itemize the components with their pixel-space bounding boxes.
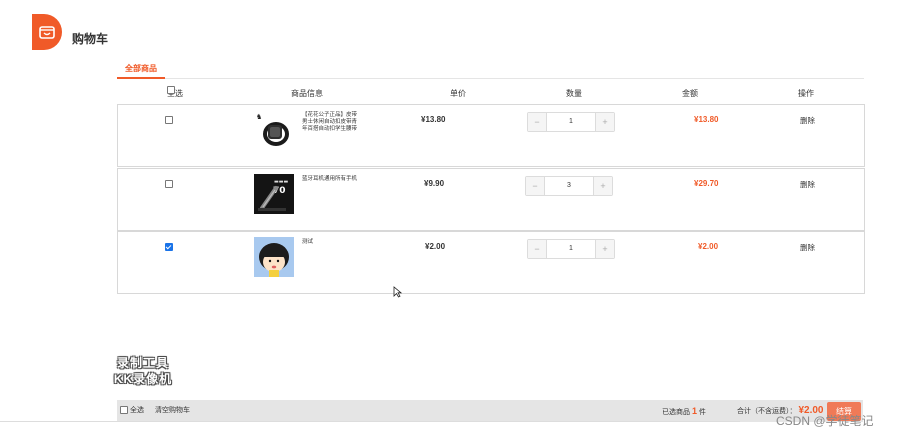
tab-bar: 全部商品 (117, 60, 864, 79)
unit-price: ¥2.00 (425, 242, 446, 251)
unit-price: ¥13.80 (421, 115, 446, 124)
footer-select-all[interactable]: 全选 (120, 400, 144, 422)
column-info: 商品信息 (291, 89, 323, 98)
column-amount: 金额 (682, 89, 698, 98)
selected-suffix: 件 (698, 409, 706, 416)
csdn-watermark: CSDN @学徒笔记 (776, 414, 874, 428)
column-price: 单价 (450, 89, 466, 98)
column-actions: 操作 (798, 89, 814, 98)
delete-button[interactable]: 删除 (800, 242, 815, 253)
page-title: 购物车 (72, 32, 109, 46)
column-quantity: 数量 (566, 89, 582, 98)
product-name[interactable]: 【花花公子正品】皮带男士休闲自动扣皮带青年百搭自动扣学生腰带 (302, 112, 358, 133)
item-subtotal: ¥2.00 (698, 242, 719, 251)
quantity-input[interactable]: 1 (547, 113, 595, 131)
quantity-input[interactable]: 3 (545, 177, 593, 195)
divider (0, 421, 740, 422)
product-image-cartoon (254, 237, 294, 277)
table-row: 测试 ¥2.00 − 1 + ¥2.00 删除 (117, 231, 865, 294)
selected-prefix: 已选商品 (662, 409, 690, 416)
item-subtotal: ¥29.70 (694, 179, 719, 188)
table-row: ▬▬▬ 70 蓝牙耳机通用所有手机 ¥9.90 − 3 + ¥29.70 删除 (117, 168, 865, 231)
unit-price: ¥9.90 (424, 179, 445, 188)
quantity-stepper: − 1 + (527, 112, 615, 132)
quantity-input[interactable]: 1 (547, 240, 595, 258)
cart-logo (32, 14, 62, 50)
table-header: 全选 商品信息 单价 数量 金额 操作 (117, 86, 864, 102)
product-name[interactable]: 测试 (302, 239, 358, 246)
product-name[interactable]: 蓝牙耳机通用所有手机 (302, 176, 358, 183)
quantity-stepper: − 1 + (527, 239, 615, 259)
product-image-earphones: ▬▬▬ 70 (254, 174, 294, 214)
product-image-belt: ♞ (254, 110, 294, 150)
svg-text:▬▬▬: ▬▬▬ (274, 179, 288, 185)
footer-select-all-checkbox[interactable] (120, 406, 128, 415)
select-all-checkbox[interactable] (167, 86, 175, 94)
table-row: ♞ 【花花公子正品】皮带男士休闲自动扣皮带青年百搭自动扣学生腰带 ¥13.80 … (117, 104, 865, 167)
item-checkbox[interactable] (165, 180, 173, 188)
footer-select-all-label: 全选 (129, 407, 144, 414)
item-checkbox[interactable] (165, 116, 173, 124)
cart-footer: 全选 清空购物车 已选商品 1 件 合计（不含运费）： ¥2.00 结算 (117, 400, 863, 422)
watermark-line-1: 录制工具 (116, 356, 169, 370)
selected-count: 1 (691, 406, 697, 416)
increase-button[interactable]: + (595, 113, 614, 131)
decrease-button[interactable]: − (528, 113, 547, 131)
increase-button[interactable]: + (593, 177, 612, 195)
increase-button[interactable]: + (595, 240, 614, 258)
recorder-watermark: 录制工具 KK录像机 (103, 355, 183, 387)
delete-button[interactable]: 删除 (800, 115, 815, 126)
quantity-stepper: − 3 + (525, 176, 613, 196)
item-checkbox[interactable] (165, 243, 173, 251)
store-icon (39, 26, 55, 39)
delete-button[interactable]: 删除 (800, 179, 815, 190)
decrease-button[interactable]: − (528, 240, 547, 258)
item-subtotal: ¥13.80 (694, 115, 719, 124)
select-all-header[interactable]: 全选 (167, 86, 183, 102)
svg-text:♞: ♞ (256, 113, 262, 121)
tab-all-items[interactable]: 全部商品 (117, 60, 165, 79)
watermark-line-2: KK录像机 (113, 372, 173, 386)
mouse-cursor-icon (393, 286, 402, 298)
clear-cart-button[interactable]: 清空购物车 (155, 400, 190, 422)
decrease-button[interactable]: − (526, 177, 545, 195)
